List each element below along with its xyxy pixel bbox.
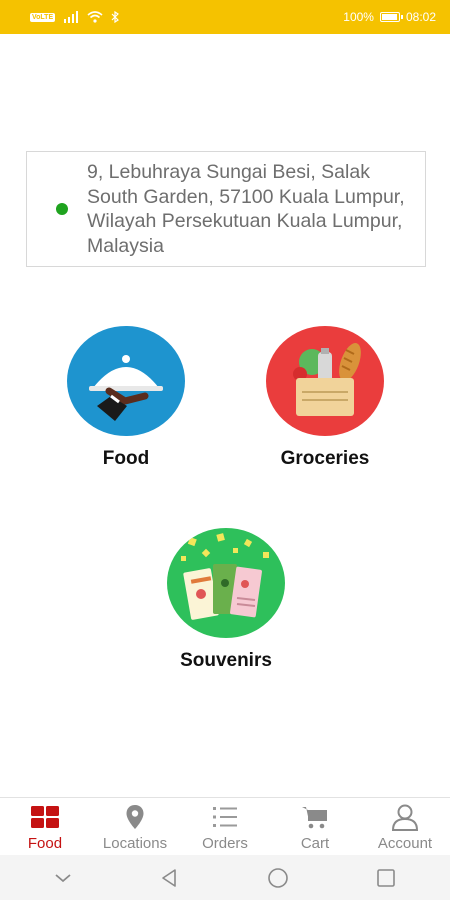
category-food[interactable]: Food <box>46 326 206 470</box>
battery-icon <box>379 12 403 22</box>
nav-account[interactable]: Account <box>360 802 450 852</box>
nav-food[interactable]: Food <box>0 802 90 852</box>
nav-orders-label: Orders <box>202 834 248 852</box>
category-groceries-label: Groceries <box>280 448 370 469</box>
system-nav-bar <box>0 855 450 900</box>
category-souvenirs[interactable]: Souvenirs <box>146 528 306 672</box>
chevron-down-icon[interactable] <box>54 872 72 884</box>
bottom-nav: Food Locations Orders Cart Account <box>0 797 450 855</box>
nav-cart-label: Cart <box>300 834 330 852</box>
location-status-dot <box>56 203 68 215</box>
location-pin-icon <box>125 802 145 832</box>
status-right: 100% 08:02 <box>343 10 436 24</box>
battery-fill <box>381 14 397 20</box>
back-icon[interactable] <box>159 868 179 888</box>
wifi-icon <box>87 11 103 23</box>
grid-icon <box>30 802 60 832</box>
status-bar: VoLTE 100% 08:02 <box>0 0 450 34</box>
nav-locations[interactable]: Locations <box>90 802 180 852</box>
bluetooth-icon <box>111 11 120 23</box>
food-serving-icon <box>67 326 185 436</box>
volte-badge: VoLTE <box>30 12 56 22</box>
home-icon[interactable] <box>267 867 289 889</box>
address-text: 9, Lebuhraya Sungai Besi, Salak South Ga… <box>87 161 405 257</box>
cart-icon <box>301 802 329 832</box>
nav-food-label: Food <box>27 834 63 852</box>
grocery-bag-icon <box>266 326 384 436</box>
category-souvenirs-label: Souvenirs <box>180 650 272 671</box>
recents-icon[interactable] <box>376 868 396 888</box>
address-card[interactable]: 9, Lebuhraya Sungai Besi, Salak South Ga… <box>26 151 426 267</box>
clock: 08:02 <box>405 10 436 24</box>
nav-locations-label: Locations <box>102 834 168 852</box>
user-icon <box>391 802 419 832</box>
souvenirs-icon <box>167 528 285 638</box>
nav-cart[interactable]: Cart <box>270 802 360 852</box>
nav-orders[interactable]: Orders <box>180 802 270 852</box>
nav-account-label: Account <box>377 834 433 852</box>
list-icon <box>212 802 238 832</box>
status-left: VoLTE <box>30 11 120 23</box>
category-groceries[interactable]: Groceries <box>245 326 405 470</box>
category-food-label: Food <box>102 448 150 469</box>
signal-icon <box>64 11 79 23</box>
battery-percent: 100% <box>343 10 374 24</box>
